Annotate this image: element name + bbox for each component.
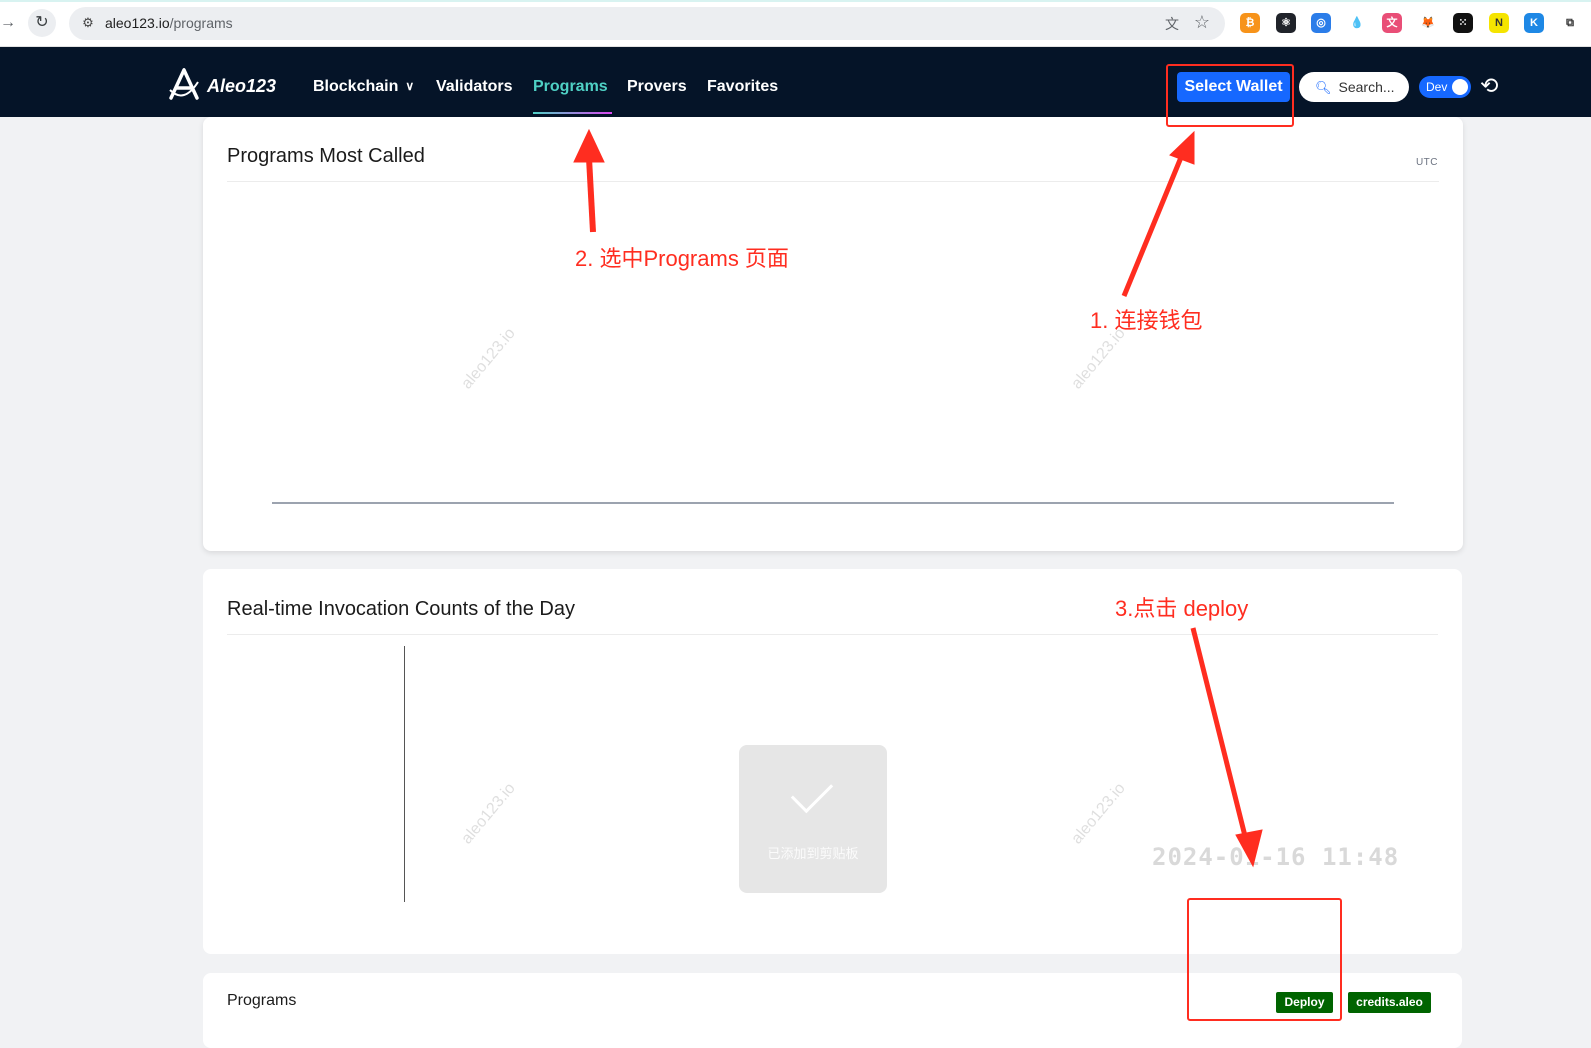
refresh-icon[interactable]: ⟲ <box>1480 73 1498 99</box>
url-host: aleo123.io <box>105 15 170 31</box>
chevron-down-icon: ∨ <box>405 79 415 93</box>
dev-mode-toggle[interactable]: Dev <box>1419 76 1471 98</box>
puzzle-extension-icon[interactable]: ⧉ <box>1560 13 1580 33</box>
annotation-box-deploy <box>1187 898 1342 1021</box>
annotation-step2: 2. 选中Programs 页面 <box>575 246 789 271</box>
nav-favorites[interactable]: Favorites <box>707 78 778 96</box>
metamask-icon[interactable]: 🦊 <box>1418 13 1438 33</box>
nav-blockchain-label: Blockchain <box>313 78 399 95</box>
annotation-step3: 3.点击 deploy <box>1115 596 1249 621</box>
search-button[interactable]: 🔍︎ Search... <box>1299 72 1409 102</box>
search-icon: 🔍︎ <box>1315 80 1332 95</box>
nav-validators[interactable]: Validators <box>436 78 512 96</box>
chart-y-axis <box>404 646 405 902</box>
active-nav-underline <box>533 112 612 114</box>
card-divider <box>227 181 1439 182</box>
chart-x-axis <box>272 502 1394 504</box>
toggle-knob <box>1452 79 1468 95</box>
search-placeholder: Search... <box>1338 79 1395 95</box>
programs-most-called-card: Programs Most Called UTC <box>203 117 1463 551</box>
reload-icon[interactable]: ↻ <box>28 9 56 37</box>
chart-timestamp: 2024-01-16 11:48 <box>1152 843 1400 871</box>
dice-extension-icon[interactable]: ⁙ <box>1453 13 1473 33</box>
aleo-logo-icon <box>169 68 199 100</box>
translate-icon[interactable]: 文 <box>1165 14 1179 34</box>
k-extension-icon[interactable]: K <box>1524 13 1544 33</box>
browser-toolbar: → ↻ ⚙ aleo123.io/programs 文 ☆ ₿ ⚛ ◎ 💧 文 🦊 ⁙ N K ⧉ <box>0 0 1591 47</box>
card-divider <box>227 634 1438 635</box>
dev-toggle-label: Dev <box>1426 80 1448 94</box>
drop-extension-icon[interactable]: 💧 <box>1347 13 1367 33</box>
copied-toast: 已添加到剪贴板 <box>739 745 887 893</box>
annotation-step1: 1. 连接钱包 <box>1090 308 1203 333</box>
react-devtools-icon[interactable]: ⚛ <box>1276 13 1296 33</box>
logo-text: Aleo123 <box>207 76 277 96</box>
timezone-label: UTC <box>1415 157 1438 168</box>
card-title-programs: Programs <box>227 992 297 1009</box>
card-title-most-called: Programs Most Called <box>227 145 425 167</box>
url-text: aleo123.io/programs <box>105 15 233 31</box>
url-path: /programs <box>169 15 233 31</box>
bookmark-star-icon[interactable]: ☆ <box>1194 12 1210 33</box>
site-settings-icon[interactable]: ⚙ <box>79 14 97 32</box>
card-title-realtime: Real-time Invocation Counts of the Day <box>227 598 575 620</box>
nav-blockchain[interactable]: Blockchain ∨ <box>313 78 414 96</box>
n-extension-icon[interactable]: N <box>1489 13 1509 33</box>
coin-extension-icon[interactable]: ₿ <box>1240 13 1260 33</box>
credits-aleo-button[interactable]: credits.aleo <box>1348 992 1431 1013</box>
translate-extension-icon[interactable]: 文 <box>1382 13 1402 33</box>
checkmark-icon <box>790 770 834 814</box>
nav-programs[interactable]: Programs <box>533 78 608 96</box>
address-bar[interactable]: ⚙ aleo123.io/programs 文 ☆ <box>69 7 1225 40</box>
globe-extension-icon[interactable]: ◎ <box>1311 13 1331 33</box>
toast-message: 已添加到剪贴板 <box>767 846 859 861</box>
tab-strip-edge <box>0 0 1591 2</box>
back-arrow-icon[interactable]: → <box>0 14 16 32</box>
nav-provers[interactable]: Provers <box>627 78 687 96</box>
annotation-box-wallet <box>1166 64 1294 127</box>
